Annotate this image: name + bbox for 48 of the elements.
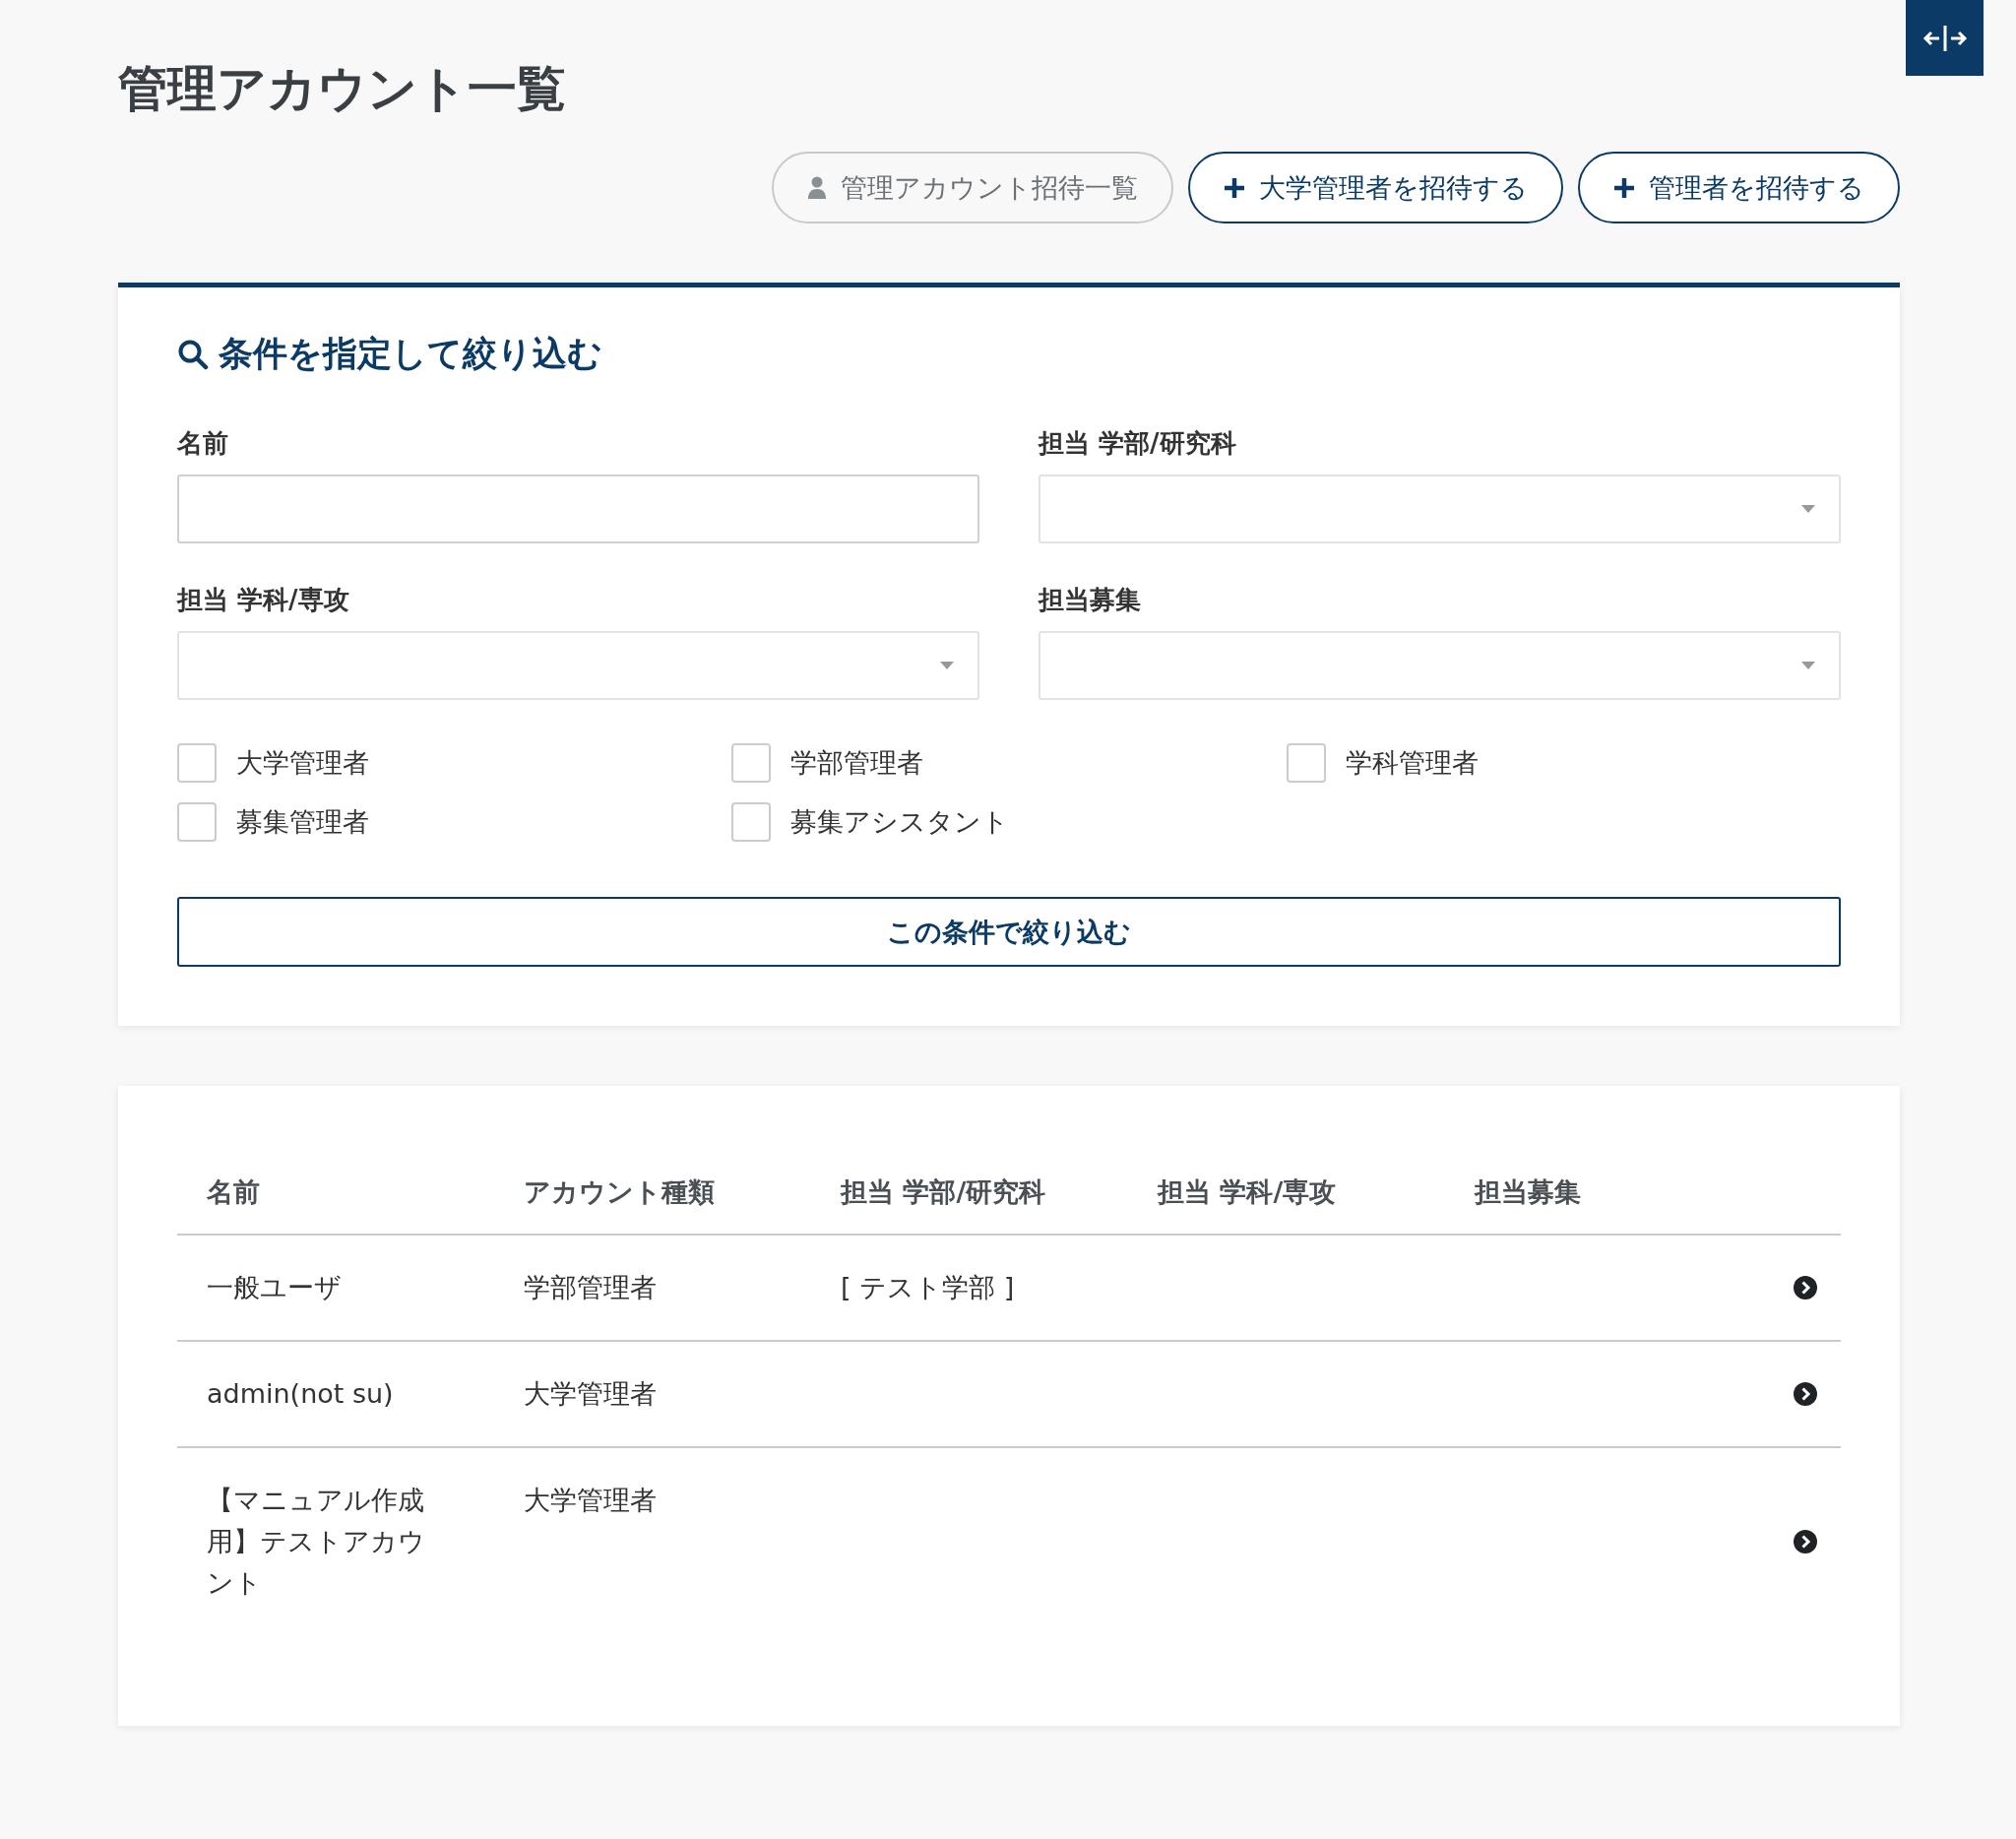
user-icon bbox=[807, 175, 827, 200]
column-header: 担当募集 bbox=[1445, 1155, 1762, 1235]
filter-heading: 条件を指定して絞り込む bbox=[219, 333, 602, 375]
table-cell: admin(not su) bbox=[207, 1378, 394, 1409]
field-label: 担当 学科/専攻 bbox=[177, 584, 350, 616]
select-field[interactable] bbox=[1039, 631, 1841, 700]
column-header: 担当 学科/専攻 bbox=[1128, 1155, 1445, 1235]
column-header: 担当 学部/研究科 bbox=[811, 1155, 1128, 1235]
page-title: 管理アカウント一覧 bbox=[118, 59, 567, 119]
field-label: 名前 bbox=[177, 427, 229, 460]
search-icon bbox=[177, 338, 209, 370]
table-cell: 大学管理者 bbox=[524, 1378, 657, 1409]
chevron-circle-icon[interactable] bbox=[1793, 1275, 1818, 1300]
column-header: 名前 bbox=[177, 1155, 494, 1235]
table-cell: 一般ユーザ bbox=[207, 1272, 342, 1302]
expand-toggle-button[interactable] bbox=[1906, 0, 1984, 76]
checkbox-label: 募集管理者 bbox=[236, 805, 369, 839]
checkbox[interactable] bbox=[177, 802, 217, 842]
table-cell: [ テスト学部 ] bbox=[841, 1272, 1015, 1302]
dropdown-caret-icon bbox=[1801, 505, 1815, 513]
checkbox[interactable] bbox=[177, 743, 217, 783]
column-header: アカウント種類 bbox=[494, 1155, 811, 1235]
checkbox-label: 学科管理者 bbox=[1345, 746, 1479, 780]
plus-icon bbox=[1613, 176, 1635, 199]
invite-button[interactable]: 大学管理者を招待する bbox=[1188, 152, 1563, 223]
chevron-circle-icon[interactable] bbox=[1793, 1529, 1818, 1554]
text-input-field[interactable] bbox=[177, 475, 979, 543]
invite-button[interactable]: 管理者を招待する bbox=[1578, 152, 1900, 223]
horizontal-arrows-icon bbox=[1922, 23, 1968, 53]
dropdown-caret-icon bbox=[1801, 662, 1815, 669]
chevron-circle-icon[interactable] bbox=[1793, 1381, 1818, 1407]
table-cell: 大学管理者 bbox=[524, 1485, 657, 1515]
field-label: 担当 学部/研究科 bbox=[1039, 427, 1237, 460]
checkbox[interactable] bbox=[1286, 743, 1326, 783]
checkbox[interactable] bbox=[731, 802, 772, 842]
invitation-list-button[interactable]: 管理アカウント招待一覧 bbox=[772, 152, 1173, 223]
checkbox[interactable] bbox=[731, 743, 772, 783]
select-field[interactable] bbox=[177, 631, 979, 700]
plus-icon bbox=[1224, 176, 1245, 199]
select-field[interactable] bbox=[1039, 475, 1841, 543]
checkbox-label: 学部管理者 bbox=[790, 746, 924, 780]
checkbox-label: 大学管理者 bbox=[236, 746, 369, 780]
table-cell: 【マニュアル作成用】テストアカウント bbox=[207, 1485, 425, 1598]
table-cell: 学部管理者 bbox=[524, 1272, 657, 1302]
checkbox-label: 募集アシスタント bbox=[790, 805, 1010, 839]
filter-submit-button[interactable]: この条件で絞り込む bbox=[177, 897, 1841, 967]
field-label: 担当募集 bbox=[1039, 584, 1142, 616]
dropdown-caret-icon bbox=[940, 662, 954, 669]
